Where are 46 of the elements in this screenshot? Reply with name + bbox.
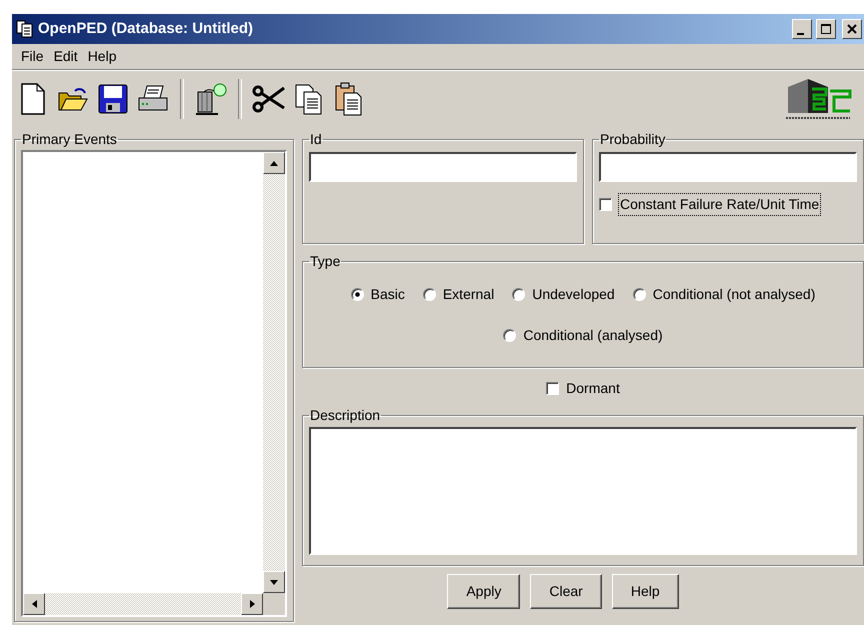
group-label: Id <box>309 132 323 146</box>
checkbox-label[interactable]: Constant Failure Rate/Unit Time <box>619 194 820 215</box>
window-title: OpenPED (Database: Untitled) <box>38 18 254 39</box>
checkbox[interactable] <box>546 382 560 394</box>
minimize-button[interactable] <box>792 19 812 39</box>
radio-label[interactable]: Basic <box>370 284 405 305</box>
menu-item[interactable]: Help <box>82 46 122 67</box>
menu-item[interactable]: File <box>16 46 49 67</box>
scroll-up-button[interactable] <box>263 152 285 174</box>
scroll-down-button[interactable] <box>263 571 285 593</box>
probability-field[interactable] <box>599 152 857 182</box>
radio-button[interactable] <box>512 288 526 301</box>
group-label: Probability <box>599 132 666 146</box>
close-icon <box>846 23 858 35</box>
radio-button[interactable] <box>632 288 646 301</box>
checkbox[interactable] <box>599 198 612 211</box>
dialog-button[interactable]: Apply <box>447 574 520 609</box>
close-button[interactable] <box>842 19 862 39</box>
radio-button[interactable] <box>422 288 436 301</box>
dialog-button[interactable]: Help <box>612 574 679 609</box>
minimize-icon <box>797 32 804 34</box>
up-arrow-icon <box>270 160 278 166</box>
right-arrow-icon <box>250 600 254 608</box>
group-label: Description <box>309 408 382 422</box>
horizontal-scrollbar[interactable] <box>23 593 263 615</box>
radio-button[interactable] <box>503 329 516 342</box>
radio-label[interactable]: External <box>442 284 494 305</box>
scroll-left-button[interactable] <box>23 593 45 615</box>
dialog-button[interactable]: Clear <box>530 574 602 609</box>
scroll-right-button[interactable] <box>241 593 263 615</box>
id-field[interactable] <box>309 152 577 182</box>
radio-label[interactable]: Undeveloped <box>532 284 615 305</box>
description-field[interactable] <box>309 427 857 555</box>
radio-button[interactable] <box>350 288 364 301</box>
left-arrow-icon <box>32 600 36 608</box>
down-arrow-icon <box>270 580 278 584</box>
maximize-button[interactable] <box>816 19 836 39</box>
maximize-icon <box>820 23 832 35</box>
vertical-scrollbar[interactable] <box>263 152 285 593</box>
group-label: Primary Events <box>21 132 118 146</box>
radio-label[interactable]: Conditional (analysed) <box>523 325 663 346</box>
app-icon <box>16 20 34 38</box>
menu-item[interactable]: Edit <box>48 46 83 67</box>
group-label: Type <box>309 254 342 268</box>
radio-label[interactable]: Conditional (not analysed) <box>652 284 816 305</box>
checkbox-label[interactable]: Dormant <box>566 378 620 398</box>
